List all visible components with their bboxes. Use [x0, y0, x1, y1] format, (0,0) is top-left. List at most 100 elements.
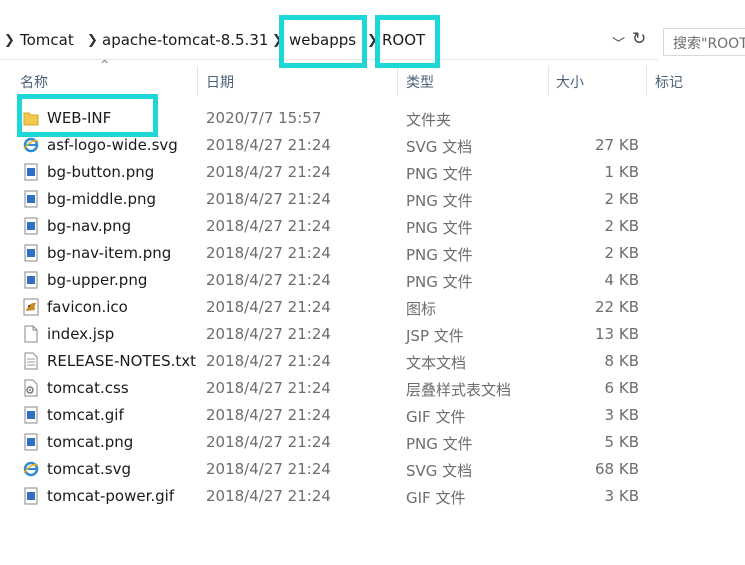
file-type: 层叠样式表文档: [406, 381, 512, 399]
blank-file-icon: [23, 325, 39, 343]
file-date: 2018/4/27 21:24: [206, 136, 331, 154]
file-type: PNG 文件: [406, 192, 473, 210]
file-type: PNG 文件: [406, 273, 473, 291]
breadcrumb-item-tomcat[interactable]: Tomcat: [20, 31, 74, 49]
column-header-name[interactable]: 名称: [20, 72, 48, 92]
file-size: 5 KB: [604, 433, 639, 451]
file-type: PNG 文件: [406, 246, 473, 264]
file-type: 图标: [406, 300, 437, 318]
file-row[interactable]: tomcat.css 2018/4/27 21:24 层叠样式表文档 6 KB: [0, 375, 660, 402]
file-date: 2018/4/27 21:24: [206, 379, 331, 397]
image-file-icon: [23, 433, 39, 451]
file-name[interactable]: tomcat-power.gif: [47, 487, 174, 505]
image-file-icon: [23, 406, 39, 424]
breadcrumb-item-apache-tomcat[interactable]: apache-tomcat-8.5.31: [102, 31, 268, 49]
breadcrumb-chevron-icon[interactable]: ❯: [87, 33, 98, 48]
file-date: 2018/4/27 21:24: [206, 190, 331, 208]
file-size: 68 KB: [595, 460, 639, 478]
file-name[interactable]: tomcat.css: [47, 379, 129, 397]
file-name[interactable]: index.jsp: [47, 325, 114, 343]
file-date: 2018/4/27 21:24: [206, 352, 331, 370]
file-row[interactable]: tomcat.svg 2018/4/27 21:24 SVG 文档 68 KB: [0, 456, 660, 483]
column-header-date[interactable]: 日期: [206, 72, 234, 92]
image-file-icon: [23, 271, 39, 289]
image-file-icon: [23, 244, 39, 262]
search-input[interactable]: 搜索"ROOT": [663, 28, 745, 56]
file-row[interactable]: bg-upper.png 2018/4/27 21:24 PNG 文件 4 KB: [0, 267, 660, 294]
image-file-icon: [23, 487, 39, 505]
file-size: 1 KB: [604, 163, 639, 181]
file-row[interactable]: tomcat.png 2018/4/27 21:24 PNG 文件 5 KB: [0, 429, 660, 456]
file-type: PNG 文件: [406, 219, 473, 237]
file-row[interactable]: tomcat.gif 2018/4/27 21:24 GIF 文件 3 KB: [0, 402, 660, 429]
file-type: GIF 文件: [406, 408, 466, 426]
file-size: 4 KB: [604, 271, 639, 289]
image-file-icon: [23, 190, 39, 208]
file-date: 2020/7/7 15:57: [206, 109, 322, 127]
highlight-box-webapps: [279, 15, 367, 68]
tomcat-favicon-icon: [23, 298, 39, 316]
file-row[interactable]: bg-middle.png 2018/4/27 21:24 PNG 文件 2 KB: [0, 186, 660, 213]
file-name[interactable]: tomcat.png: [47, 433, 133, 451]
file-row[interactable]: index.jsp 2018/4/27 21:24 JSP 文件 13 KB: [0, 321, 660, 348]
file-date: 2018/4/27 21:24: [206, 217, 331, 235]
ie-svg-icon: [23, 460, 39, 478]
file-row[interactable]: bg-nav.png 2018/4/27 21:24 PNG 文件 2 KB: [0, 213, 660, 240]
file-type: GIF 文件: [406, 489, 466, 507]
file-size: 22 KB: [595, 298, 639, 316]
file-date: 2018/4/27 21:24: [206, 487, 331, 505]
image-file-icon: [23, 217, 39, 235]
file-type: 文件夹: [406, 111, 452, 129]
text-file-icon: [23, 352, 39, 370]
file-name[interactable]: tomcat.svg: [47, 460, 131, 478]
file-size: 6 KB: [604, 379, 639, 397]
file-name[interactable]: RELEASE-NOTES.txt: [47, 352, 196, 370]
file-date: 2018/4/27 21:24: [206, 163, 331, 181]
file-date: 2018/4/27 21:24: [206, 460, 331, 478]
column-divider[interactable]: [397, 66, 398, 96]
file-date: 2018/4/27 21:24: [206, 271, 331, 289]
file-name[interactable]: bg-upper.png: [47, 271, 147, 289]
file-date: 2018/4/27 21:24: [206, 433, 331, 451]
file-size: 8 KB: [604, 352, 639, 370]
file-type: PNG 文件: [406, 435, 473, 453]
file-date: 2018/4/27 21:24: [206, 406, 331, 424]
column-divider[interactable]: [197, 66, 198, 96]
column-divider[interactable]: [646, 66, 647, 96]
image-file-icon: [23, 163, 39, 181]
column-header-size[interactable]: 大小: [556, 72, 584, 92]
file-date: 2018/4/27 21:24: [206, 244, 331, 262]
column-divider[interactable]: [548, 66, 549, 96]
file-size: 27 KB: [595, 136, 639, 154]
file-size: 3 KB: [604, 406, 639, 424]
file-row[interactable]: favicon.ico 2018/4/27 21:24 图标 22 KB: [0, 294, 660, 321]
file-name[interactable]: tomcat.gif: [47, 406, 124, 424]
file-name[interactable]: bg-button.png: [47, 163, 154, 181]
file-size: 3 KB: [604, 487, 639, 505]
file-row[interactable]: bg-nav-item.png 2018/4/27 21:24 PNG 文件 2 KB: [0, 240, 660, 267]
file-type: SVG 文档: [406, 462, 473, 480]
address-dropdown-icon[interactable]: ﹀: [612, 33, 625, 52]
file-type: SVG 文档: [406, 138, 473, 156]
file-name[interactable]: bg-nav-item.png: [47, 244, 171, 262]
file-name[interactable]: bg-middle.png: [47, 190, 156, 208]
file-size: 2 KB: [604, 244, 639, 262]
file-name[interactable]: bg-nav.png: [47, 217, 131, 235]
file-type: JSP 文件: [406, 327, 464, 345]
file-type: 文本文档: [406, 354, 467, 372]
file-size: 13 KB: [595, 325, 639, 343]
file-name[interactable]: favicon.ico: [47, 298, 128, 316]
file-row[interactable]: tomcat-power.gif 2018/4/27 21:24 GIF 文件 3 K…: [0, 483, 660, 510]
refresh-icon[interactable]: ↻: [632, 29, 646, 49]
sort-up-icon: ^: [100, 58, 110, 71]
file-size: 2 KB: [604, 217, 639, 235]
file-row[interactable]: RELEASE-NOTES.txt 2018/4/27 21:24 文本文档 8 KB: [0, 348, 660, 375]
breadcrumb-chevron-icon[interactable]: ❯: [4, 33, 15, 48]
file-type: PNG 文件: [406, 165, 473, 183]
file-name[interactable]: asf-logo-wide.svg: [47, 136, 178, 154]
file-row[interactable]: bg-button.png 2018/4/27 21:24 PNG 文件 1 KB: [0, 159, 660, 186]
ie-svg-icon: [23, 136, 39, 154]
column-header-type[interactable]: 类型: [406, 72, 434, 92]
column-header-tags[interactable]: 标记: [655, 72, 683, 92]
file-date: 2018/4/27 21:24: [206, 325, 331, 343]
